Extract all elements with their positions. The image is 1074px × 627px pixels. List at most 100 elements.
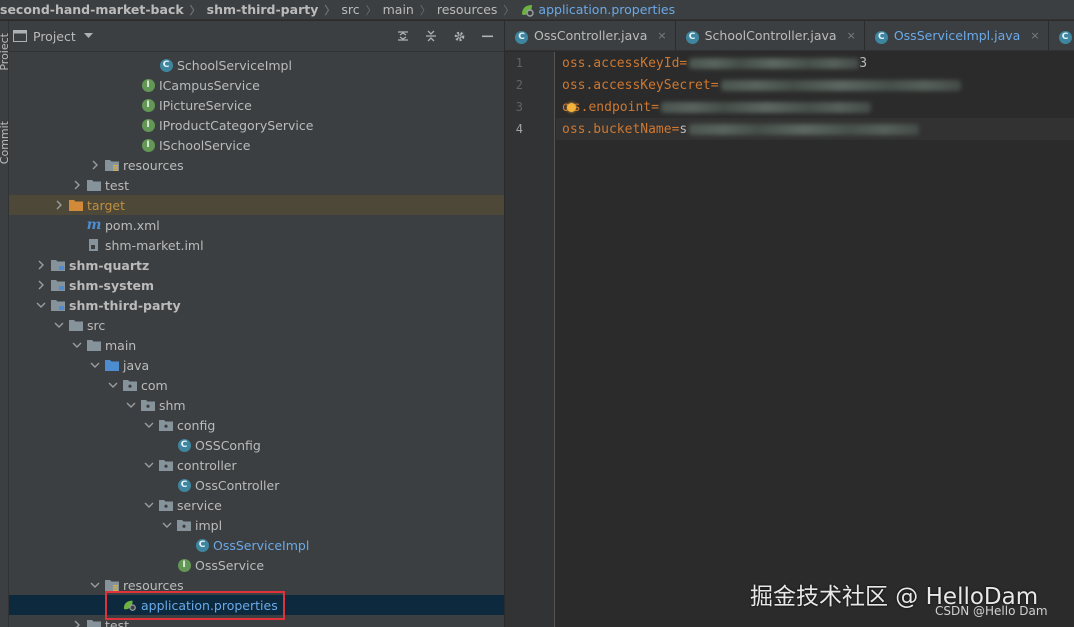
breadcrumb-item[interactable]: src 〉: [335, 2, 376, 18]
editor-tab[interactable]: C OssServiceImpl.java ×: [865, 21, 1049, 50]
code-line[interactable]: oss.bucketName = s: [556, 118, 1074, 140]
collapse-all-icon[interactable]: [424, 29, 438, 43]
chevron-right-icon[interactable]: [71, 619, 83, 627]
tree-item[interactable]: service: [9, 495, 504, 515]
tree-item[interactable]: main: [9, 335, 504, 355]
tree-item[interactable]: test: [9, 615, 504, 627]
chevron-down-icon[interactable]: [53, 319, 65, 331]
breadcrumb-item[interactable]: second-hand-market-back 〉: [0, 2, 201, 18]
class-icon: C: [1058, 27, 1072, 44]
chevron-right-icon[interactable]: [71, 179, 83, 191]
source-folder-icon: [105, 358, 119, 372]
chevron-down-icon[interactable]: [35, 299, 47, 311]
chevron-down-icon[interactable]: [143, 499, 155, 511]
tree-item[interactable]: resources: [9, 155, 504, 175]
interface-icon: I: [177, 558, 191, 572]
spring-properties-icon: [520, 3, 535, 17]
tree-item[interactable]: I ISchoolService: [9, 135, 504, 155]
project-tool-tab[interactable]: Project: [0, 33, 8, 71]
close-icon[interactable]: ×: [1030, 29, 1039, 42]
tree-item[interactable]: java: [9, 355, 504, 375]
breadcrumb-label: application.properties: [538, 2, 676, 17]
tree-item[interactable]: test: [9, 175, 504, 195]
tree-item[interactable]: application.properties: [9, 595, 504, 615]
chevron-down-icon[interactable]: [89, 579, 101, 591]
editor-tab[interactable]: CPolicyCo: [1049, 21, 1074, 50]
class-icon: C: [195, 538, 209, 552]
breadcrumb-item[interactable]: shm-third-party 〉: [201, 2, 336, 18]
tree-item-label: shm-third-party: [69, 297, 181, 313]
code-line[interactable]: oss.accessKeySecret =: [562, 74, 961, 96]
tree-item[interactable]: controller: [9, 455, 504, 475]
tree-item[interactable]: C OssServiceImpl: [9, 535, 504, 555]
redacted-value: [689, 123, 920, 135]
minimize-icon[interactable]: [480, 29, 494, 43]
close-icon[interactable]: ×: [657, 29, 666, 42]
tree-item[interactable]: I IProductCategoryService: [9, 115, 504, 135]
tree-item[interactable]: impl: [9, 515, 504, 535]
chevron-right-icon[interactable]: [35, 259, 47, 271]
chevron-right-icon[interactable]: [53, 199, 65, 211]
tree-item[interactable]: shm-third-party: [9, 295, 504, 315]
class-icon: C: [515, 27, 528, 44]
tree-item-label: ISchoolService: [159, 137, 251, 153]
tree-item[interactable]: I ICampusService: [9, 75, 504, 95]
tree-item-label: SchoolServiceImpl: [177, 57, 292, 73]
chevron-right-icon[interactable]: [35, 279, 47, 291]
chevron-down-icon[interactable]: [71, 339, 83, 351]
chevron-down-icon[interactable]: [161, 519, 173, 531]
commit-tool-tab[interactable]: Commit: [0, 121, 8, 164]
breadcrumb-item[interactable]: main 〉: [377, 2, 431, 18]
code-line[interactable]: o s.endpoint =: [562, 96, 871, 118]
tree-item[interactable]: C SchoolServiceImpl: [9, 55, 504, 75]
tree-item-label: IProductCategoryService: [159, 117, 314, 133]
editor-tab[interactable]: C SchoolController.java ×: [676, 21, 865, 50]
tree-item[interactable]: I OssService: [9, 555, 504, 575]
chevron-down-icon[interactable]: [82, 29, 96, 43]
editor-code-area[interactable]: oss.accessKeyId = 3 oss.accessKeySecret = o s.…: [556, 52, 1074, 627]
chevron-down-icon[interactable]: [107, 379, 119, 391]
tree-item[interactable]: m pom.xml: [9, 215, 504, 235]
tree-item[interactable]: shm-market.iml: [9, 235, 504, 255]
project-view-title[interactable]: Project: [33, 29, 76, 44]
gear-icon[interactable]: [452, 29, 466, 43]
excluded-folder-icon: [69, 198, 83, 212]
lightbulb-icon[interactable]: [566, 102, 576, 112]
package-icon: [123, 378, 137, 392]
tree-item[interactable]: C OSSConfig: [9, 435, 504, 455]
interface-icon: I: [141, 78, 155, 92]
breadcrumb-item[interactable]: application.properties: [514, 2, 675, 17]
tree-item-label: main: [105, 337, 137, 353]
breadcrumb-item[interactable]: resources 〉: [431, 2, 515, 18]
tree-item[interactable]: C OssController: [9, 475, 504, 495]
chevron-down-icon[interactable]: [143, 459, 155, 471]
chevron-right-icon[interactable]: [89, 159, 101, 171]
tree-item[interactable]: I IPictureService: [9, 95, 504, 115]
tree-item[interactable]: shm-system: [9, 275, 504, 295]
close-icon[interactable]: ×: [847, 29, 856, 42]
tree-item[interactable]: src: [9, 315, 504, 335]
expand-all-icon[interactable]: [396, 29, 410, 43]
chevron-down-icon[interactable]: [143, 419, 155, 431]
chevron-down-icon[interactable]: [89, 359, 101, 371]
code-line[interactable]: oss.accessKeyId = 3: [562, 52, 867, 74]
property-separator: =: [710, 77, 719, 93]
tree-item[interactable]: target: [9, 195, 504, 215]
tree-item-label: shm-market.iml: [105, 237, 204, 253]
tree-item[interactable]: shm-quartz: [9, 255, 504, 275]
line-number: 3: [515, 100, 523, 114]
chevron-down-icon[interactable]: [125, 399, 137, 411]
editor-tab[interactable]: C OssController.java ×: [505, 21, 676, 50]
redacted-value: [660, 101, 871, 113]
tree-item[interactable]: resources: [9, 575, 504, 595]
tree-item-label: OssController: [195, 477, 280, 493]
package-icon: [159, 418, 173, 432]
tree-item-label: java: [123, 357, 150, 373]
tree-item[interactable]: config: [9, 415, 504, 435]
editor-tab-label: OssServiceImpl.java: [893, 28, 1021, 43]
tree-item[interactable]: com: [9, 375, 504, 395]
tree-item[interactable]: shm: [9, 395, 504, 415]
